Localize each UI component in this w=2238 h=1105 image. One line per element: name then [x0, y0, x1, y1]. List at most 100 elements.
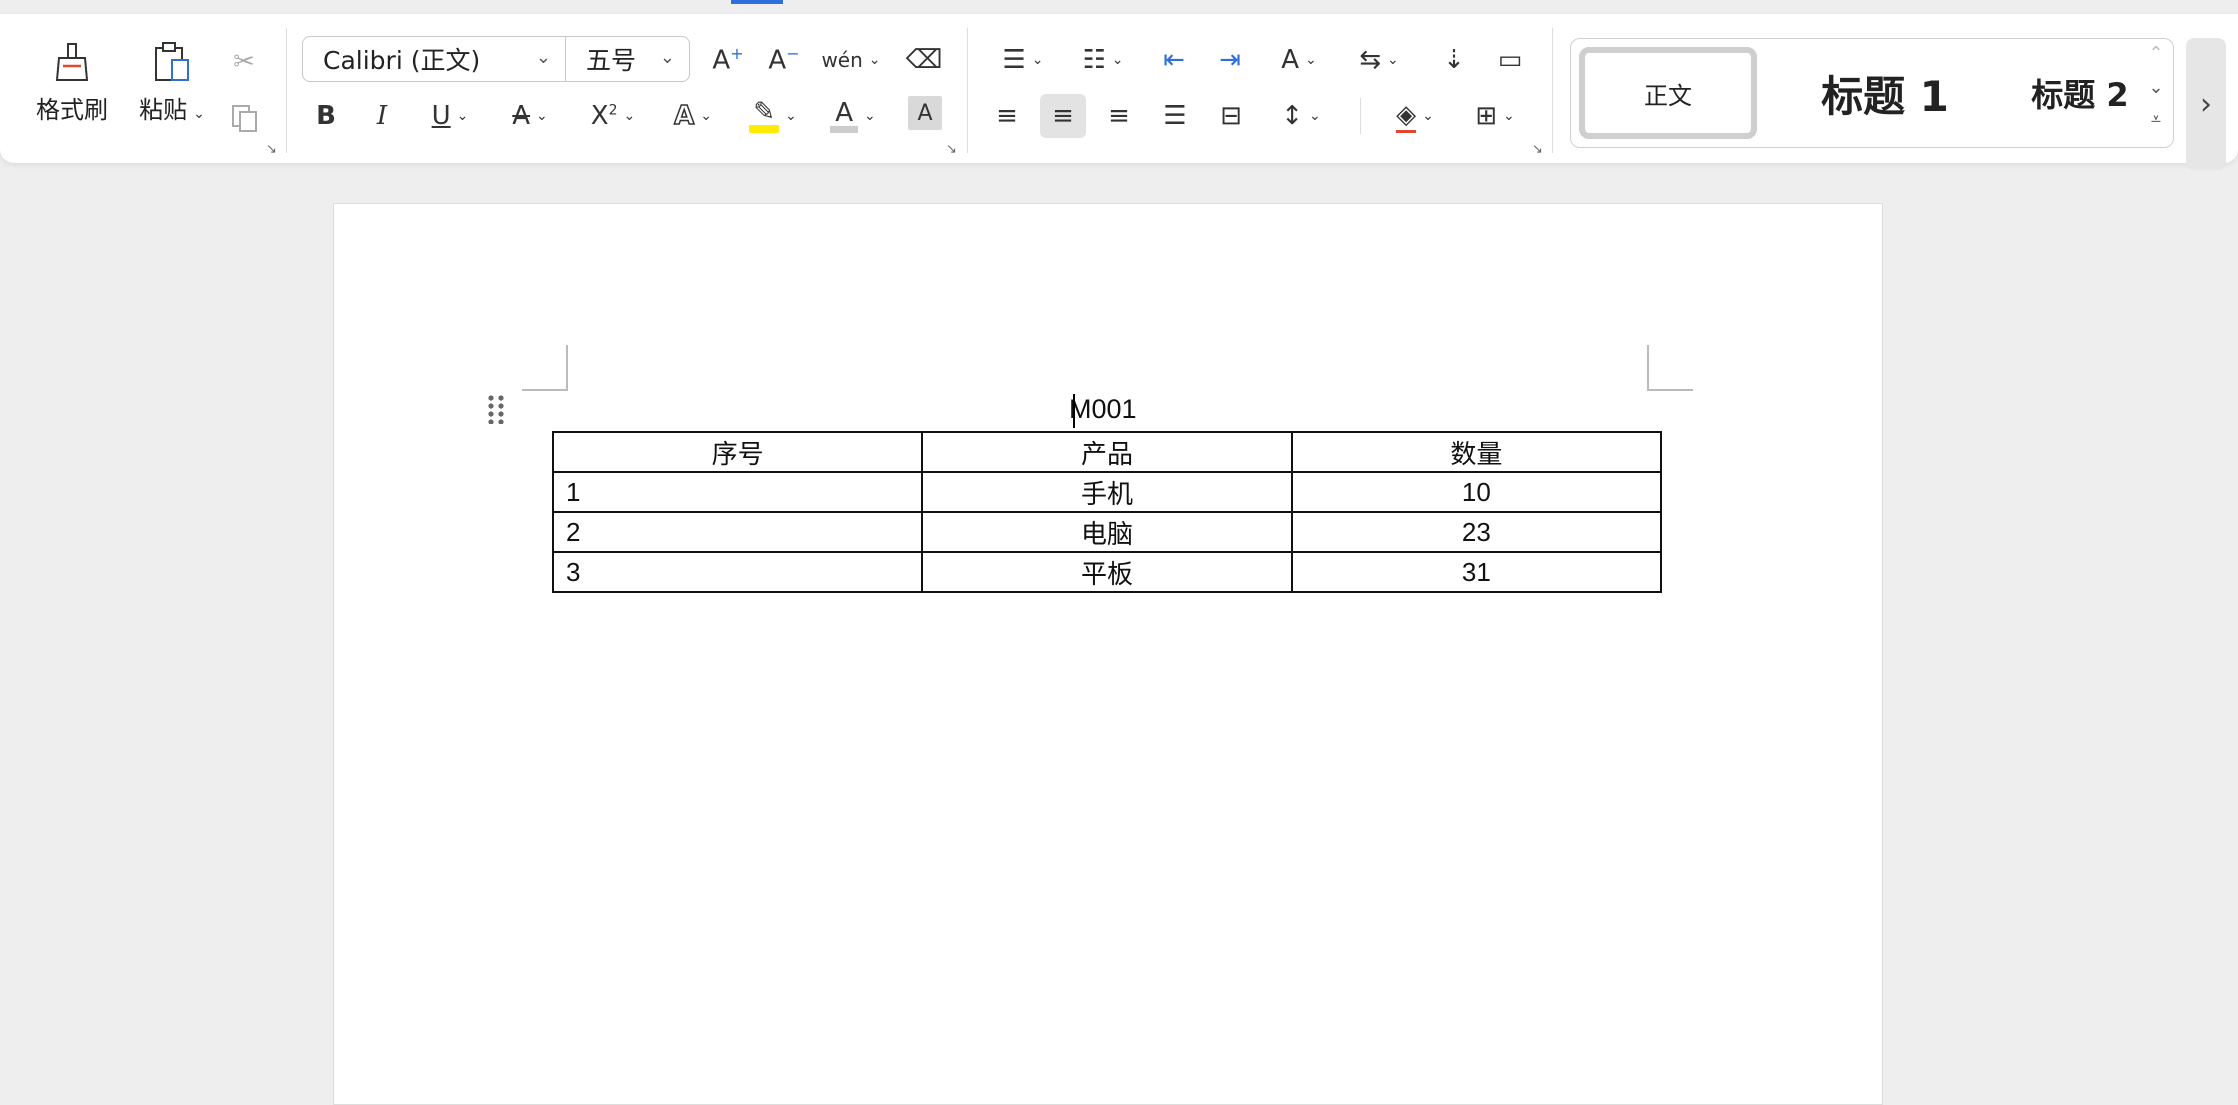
show-marks-icon: ▭ — [1497, 45, 1523, 75]
copy-button[interactable] — [222, 96, 266, 140]
chevron-down-icon: ⌄ — [1305, 52, 1317, 68]
table-drag-handle-icon[interactable] — [486, 394, 506, 424]
table-header-cell[interactable]: 产品 — [921, 431, 1293, 473]
chevron-down-icon: ⌄ — [700, 108, 712, 124]
eraser-icon: ⌫ — [905, 45, 943, 75]
document-title[interactable]: M001 — [1069, 394, 1137, 425]
align-right-button[interactable]: ≡ — [1096, 94, 1142, 138]
margin-marker — [1647, 345, 1693, 391]
align-left-button[interactable]: ≡ — [984, 94, 1030, 138]
grow-font-icon: A+ — [712, 44, 744, 76]
table-cell[interactable]: 手机 — [921, 471, 1293, 513]
underline-button[interactable]: U ⌄ — [420, 94, 480, 138]
increase-indent-button[interactable]: ⇥ — [1208, 38, 1252, 82]
bold-button[interactable]: B — [304, 94, 348, 138]
borders-icon: ⊞ — [1475, 101, 1498, 131]
line-spacing-icon: ↕ — [1281, 101, 1304, 131]
clear-formatting-button[interactable]: ⌫ — [900, 38, 948, 82]
table-cell[interactable]: 31 — [1290, 551, 1663, 593]
distributed-align-icon: ⊟ — [1220, 101, 1242, 131]
shading-button[interactable]: ◈ ⌄ — [1384, 94, 1446, 138]
format-painter-label: 格式刷 — [36, 96, 108, 124]
chevron-down-icon[interactable]: ⌄ — [2143, 77, 2169, 98]
show-marks-button[interactable]: ▭ — [1488, 38, 1532, 82]
character-shading-icon: A — [917, 100, 933, 126]
decrease-indent-icon: ⇤ — [1163, 45, 1185, 75]
format-painter-button[interactable]: 格式刷 — [30, 40, 114, 125]
chevron-down-icon[interactable]: ⌄ — [193, 106, 205, 122]
data-table[interactable]: 序号 产品 数量 1 手机 10 2 电脑 23 3 平板 31 — [551, 431, 1663, 593]
text-direction-button[interactable]: A ⌄ — [1268, 38, 1330, 82]
line-spacing-button[interactable]: ↕ ⌄ — [1270, 94, 1332, 138]
numbering-button[interactable]: ☷ ⌄ — [1072, 38, 1134, 82]
table-cell[interactable]: 1 — [551, 471, 924, 513]
table-cell[interactable]: 平板 — [921, 551, 1293, 593]
style-heading-1[interactable]: 标题 1 — [1785, 47, 1985, 139]
bullet-list-icon: ☰ — [1002, 45, 1026, 75]
increase-indent-icon: ⇥ — [1219, 45, 1241, 75]
ribbon-more-button[interactable]: › — [2186, 38, 2226, 170]
justify-icon: ☰ — [1163, 101, 1187, 131]
strikethrough-icon: A — [512, 101, 531, 131]
font-dialog-launcher-icon[interactable]: ↘ — [946, 142, 957, 157]
align-center-icon: ≡ — [1052, 101, 1074, 131]
chevron-up-icon[interactable]: ⌃ — [2143, 43, 2169, 64]
character-shading-button[interactable]: A — [908, 96, 942, 130]
inline-separator — [1360, 98, 1361, 134]
chevron-down-icon: ⌄ — [1422, 108, 1434, 124]
underline-icon: U — [431, 101, 451, 131]
table-row: 1 手机 10 — [551, 471, 1663, 513]
numbered-list-icon: ☷ — [1082, 45, 1106, 75]
table-cell[interactable]: 2 — [551, 511, 924, 553]
table-row: 3 平板 31 — [551, 551, 1663, 593]
paste-button[interactable]: 粘贴 ⌄ — [130, 40, 214, 125]
paint-bucket-icon: ◈ — [1396, 100, 1417, 133]
table-header-cell[interactable]: 序号 — [551, 431, 924, 473]
highlight-color-button[interactable]: ✎ ⌄ — [742, 94, 804, 138]
sort-icon: ⇣ — [1443, 45, 1465, 75]
sort-button[interactable]: ⇣ — [1432, 38, 1476, 82]
cut-button[interactable]: ✂ — [222, 40, 266, 84]
paste-label: 粘贴 — [139, 96, 188, 124]
align-left-icon: ≡ — [996, 101, 1018, 131]
grow-font-button[interactable]: A+ — [706, 38, 750, 82]
font-size-value: 五号 — [586, 46, 637, 75]
styles-gallery: 正文 标题 1 标题 2 ⌃ ⌄ ⩡ — [1570, 38, 2174, 148]
chevron-right-icon: › — [2200, 86, 2212, 122]
text-effects-button[interactable]: A ⌄ — [662, 94, 724, 138]
justify-button[interactable]: ☰ — [1152, 94, 1198, 138]
distributed-align-button[interactable]: ⊟ — [1208, 94, 1254, 138]
table-header-cell[interactable]: 数量 — [1290, 431, 1663, 473]
table-cell[interactable]: 电脑 — [921, 511, 1293, 553]
borders-button[interactable]: ⊞ ⌄ — [1464, 94, 1526, 138]
strikethrough-button[interactable]: A ⌄ — [500, 94, 560, 138]
italic-button[interactable]: I — [360, 94, 404, 138]
table-cell[interactable]: 10 — [1290, 471, 1663, 513]
table-cell[interactable]: 23 — [1290, 511, 1663, 553]
paragraph-dialog-launcher-icon[interactable]: ↘ — [1532, 142, 1543, 157]
bold-icon: B — [316, 101, 336, 131]
font-size-select[interactable]: 五号 ⌄ — [565, 36, 690, 82]
chevron-down-icon: ⌄ — [623, 108, 636, 124]
highlighter-icon: ✎ — [749, 99, 780, 133]
chevron-down-icon: ⌄ — [1111, 52, 1124, 68]
phonetic-guide-button[interactable]: wén ⌄ — [820, 38, 882, 82]
font-color-button[interactable]: A ⌄ — [822, 94, 884, 138]
align-center-button[interactable]: ≡ — [1040, 94, 1086, 138]
shrink-font-button[interactable]: A− — [762, 38, 806, 82]
style-normal[interactable]: 正文 — [1579, 47, 1757, 139]
ltr-rtl-button[interactable]: ⇆ ⌄ — [1348, 38, 1410, 82]
table-cell[interactable]: 3 — [551, 551, 924, 593]
gallery-expand-icon[interactable]: ⩡ — [2143, 109, 2169, 130]
clipboard-dialog-launcher-icon[interactable]: ↘ — [266, 142, 277, 157]
bullets-button[interactable]: ☰ ⌄ — [992, 38, 1054, 82]
decrease-indent-button[interactable]: ⇤ — [1152, 38, 1196, 82]
phonetic-glyph: wén — [821, 48, 863, 72]
document-page[interactable]: M001 序号 产品 数量 1 手机 10 2 电脑 23 3 平板 31 — [333, 203, 1883, 1105]
chevron-down-icon: ⌄ — [785, 108, 797, 124]
swap-direction-icon: ⇆ — [1359, 45, 1382, 75]
superscript-button[interactable]: X2 ⌄ — [582, 94, 644, 138]
font-name-select[interactable]: Calibri (正文) ⌄ — [302, 36, 566, 82]
group-separator — [286, 28, 287, 153]
font-name-value: Calibri (正文) — [323, 46, 481, 75]
